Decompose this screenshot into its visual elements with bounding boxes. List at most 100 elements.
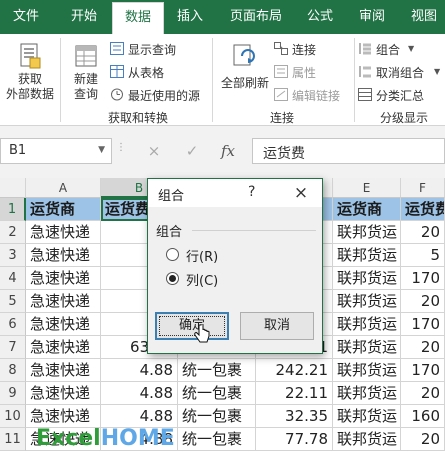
- tab-formulas[interactable]: 公式: [298, 0, 342, 34]
- cell-f7[interactable]: 20: [401, 336, 445, 359]
- row-header[interactable]: 3: [0, 244, 26, 267]
- help-icon[interactable]: ?: [248, 184, 255, 200]
- cell-e4[interactable]: 联邦货运: [333, 267, 401, 290]
- cell-f2[interactable]: 20: [401, 221, 445, 244]
- cell-f10[interactable]: 160: [401, 405, 445, 428]
- cell-f9[interactable]: 20: [401, 382, 445, 405]
- cell-e2[interactable]: 联邦货运: [333, 221, 401, 244]
- cell-a9[interactable]: 急速快递: [26, 382, 101, 405]
- refresh-all-button[interactable]: 全部刷新: [216, 38, 272, 104]
- tab-file[interactable]: 文件: [0, 0, 52, 34]
- cell-c8[interactable]: 统一包裹: [178, 359, 256, 382]
- close-icon[interactable]: ×: [286, 181, 316, 205]
- cell-f11[interactable]: 20: [401, 428, 445, 451]
- cell-e11[interactable]: 联邦货运: [333, 428, 401, 451]
- cell-b8[interactable]: 4.88: [101, 359, 178, 382]
- column-header-f[interactable]: F: [401, 178, 445, 198]
- cell-f5[interactable]: 20: [401, 290, 445, 313]
- cell-e3[interactable]: 联邦货运: [333, 244, 401, 267]
- cell-e6[interactable]: 联邦货运: [333, 313, 401, 336]
- tab-home[interactable]: 开始: [58, 0, 110, 34]
- tab-view[interactable]: 视图: [402, 0, 445, 34]
- subtotal-button[interactable]: 分类汇总: [358, 86, 444, 104]
- radio-button-icon[interactable]: [166, 248, 179, 261]
- cell-e7[interactable]: 联邦货运: [333, 336, 401, 359]
- recent-sources-button[interactable]: 最近使用的源: [110, 86, 210, 104]
- cancel-button[interactable]: 取消: [240, 312, 314, 340]
- cell-a1[interactable]: 运货商: [26, 198, 101, 221]
- cell-f8[interactable]: 170: [401, 359, 445, 382]
- tab-page-layout[interactable]: 页面布局: [222, 0, 290, 34]
- formula-bar: B1 ▼ ⋮ × ✓ fx 运货费: [0, 126, 445, 178]
- splitter-handle[interactable]: ⋮: [116, 142, 127, 153]
- cell-b9[interactable]: 4.88: [101, 382, 178, 405]
- group-button[interactable]: 组合 ▼: [358, 40, 444, 58]
- column-header-e[interactable]: E: [333, 178, 401, 198]
- cell-f1[interactable]: 运货费: [401, 198, 445, 221]
- cell-d8[interactable]: 242.21: [256, 359, 333, 382]
- cell-e5[interactable]: 联邦货运: [333, 290, 401, 313]
- dialog-titlebar[interactable]: 组合 ? ×: [148, 179, 322, 207]
- insert-function-button[interactable]: fx: [214, 138, 242, 164]
- tab-insert[interactable]: 插入: [166, 0, 214, 34]
- row-header[interactable]: 5: [0, 290, 26, 313]
- cell-c9[interactable]: 统一包裹: [178, 382, 256, 405]
- cell-a10[interactable]: 急速快递: [26, 405, 101, 428]
- connections-label: 连接: [292, 43, 317, 57]
- ungroup-button[interactable]: 取消组合 ▼: [358, 63, 444, 81]
- row-header[interactable]: 11: [0, 428, 26, 451]
- cell-c10[interactable]: 统一包裹: [178, 405, 256, 428]
- cell-d11[interactable]: 77.78: [256, 428, 333, 451]
- get-external-data-button[interactable]: 获取 外部数据: [0, 38, 58, 104]
- properties-button[interactable]: 属性: [274, 63, 354, 81]
- tab-review[interactable]: 审阅: [350, 0, 394, 34]
- cell-a2[interactable]: 急速快递: [26, 221, 101, 244]
- row-header[interactable]: 2: [0, 221, 26, 244]
- select-all-corner[interactable]: [0, 178, 26, 198]
- column-header-a[interactable]: A: [26, 178, 101, 198]
- cell-e10[interactable]: 联邦货运: [333, 405, 401, 428]
- connections-button[interactable]: 连接: [274, 40, 354, 58]
- cell-e1[interactable]: 运货商: [333, 198, 401, 221]
- cell-c11[interactable]: 统一包裹: [178, 428, 256, 451]
- row-header[interactable]: 1: [0, 198, 26, 221]
- radio-button-icon[interactable]: [166, 272, 179, 285]
- from-table-button[interactable]: 从表格: [110, 63, 210, 81]
- new-query-button[interactable]: 新建 查询: [64, 38, 108, 104]
- row-header[interactable]: 6: [0, 313, 26, 336]
- edit-links-button[interactable]: 编辑链接: [274, 86, 354, 104]
- cell-e8[interactable]: 联邦货运: [333, 359, 401, 382]
- group-icon: [359, 43, 371, 55]
- cell-a5[interactable]: 急速快递: [26, 290, 101, 313]
- cancel-entry-icon[interactable]: ×: [140, 138, 168, 164]
- tab-data[interactable]: 数据: [112, 2, 164, 34]
- cell-d10[interactable]: 32.35: [256, 405, 333, 428]
- chevron-down-icon: ▼: [408, 44, 415, 53]
- cell-a6[interactable]: 急速快递: [26, 313, 101, 336]
- formula-input[interactable]: 运货费: [252, 138, 445, 164]
- cell-a7[interactable]: 急速快递: [26, 336, 101, 359]
- cell-a4[interactable]: 急速快递: [26, 267, 101, 290]
- enter-entry-icon[interactable]: ✓: [178, 138, 206, 164]
- cell-d9[interactable]: 22.11: [256, 382, 333, 405]
- row-header[interactable]: 7: [0, 336, 26, 359]
- row-header[interactable]: 9: [0, 382, 26, 405]
- cell-b10[interactable]: 4.88: [101, 405, 178, 428]
- chevron-down-icon: ▼: [434, 67, 441, 76]
- radio-column[interactable]: 列(C): [166, 269, 246, 289]
- chevron-down-icon[interactable]: ▼: [98, 145, 105, 155]
- connections-icon: [274, 42, 288, 55]
- cell-a8[interactable]: 急速快递: [26, 359, 101, 382]
- cell-e9[interactable]: 联邦货运: [333, 382, 401, 405]
- row-header[interactable]: 8: [0, 359, 26, 382]
- row-header[interactable]: 10: [0, 405, 26, 428]
- cell-f4[interactable]: 170: [401, 267, 445, 290]
- cell-f3[interactable]: 5: [401, 244, 445, 267]
- radio-row[interactable]: 行(R): [166, 245, 246, 265]
- ok-button[interactable]: 确定: [155, 312, 229, 340]
- name-box[interactable]: B1 ▼: [0, 138, 112, 164]
- cell-a3[interactable]: 急速快递: [26, 244, 101, 267]
- cell-f6[interactable]: 170: [401, 313, 445, 336]
- row-header[interactable]: 4: [0, 267, 26, 290]
- show-queries-button[interactable]: 显示查询: [110, 40, 210, 58]
